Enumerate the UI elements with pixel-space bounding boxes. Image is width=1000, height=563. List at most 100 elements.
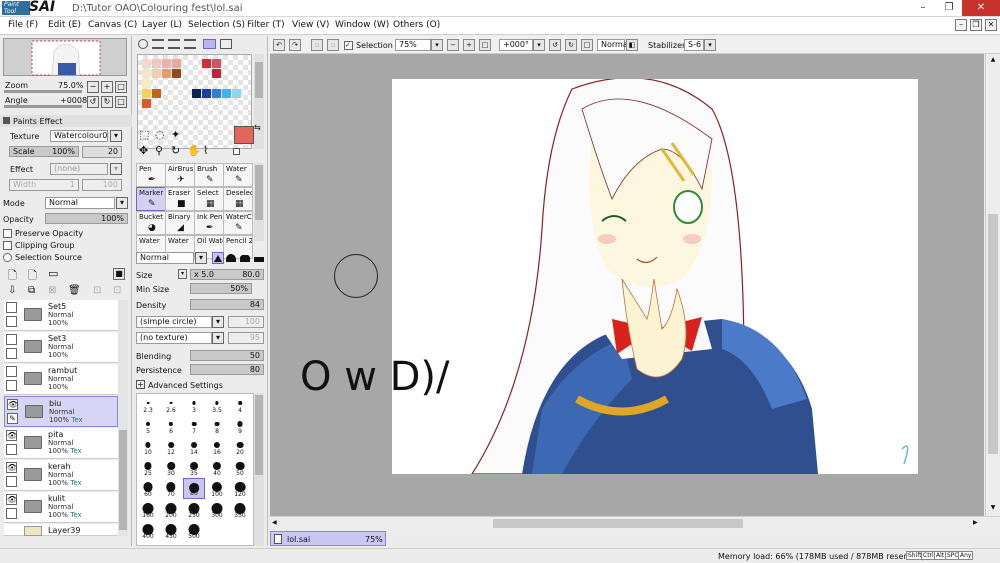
color-swatch[interactable]: [162, 69, 171, 78]
brush-size-item[interactable]: 14: [183, 436, 205, 457]
horizontal-scrollbar[interactable]: ◀ ▶: [270, 516, 1000, 530]
advanced-expand-icon[interactable]: +: [136, 380, 145, 389]
new-layer-icon[interactable]: 🗋: [8, 267, 17, 286]
size-slider[interactable]: x 5.0 80.0: [190, 269, 264, 280]
brush-size-item[interactable]: 30: [160, 457, 182, 478]
zoom-icon[interactable]: ⚲: [155, 144, 163, 157]
tool-water[interactable]: Water ✎: [223, 163, 253, 187]
preserve-opacity-checkbox[interactable]: [3, 229, 12, 238]
scroll-up-icon[interactable]: ▲: [987, 56, 999, 66]
brush-blend-select[interactable]: Normal: [136, 252, 194, 264]
swap-colors-icon[interactable]: ⇆: [254, 123, 261, 132]
color-swatch[interactable]: [142, 99, 151, 108]
clear-layer-icon[interactable]: ⊠: [48, 285, 56, 296]
persistence-slider[interactable]: 80: [190, 364, 264, 375]
swatch-scroll-thumb[interactable]: [255, 62, 263, 98]
rgb-slider-mode-icon[interactable]: [152, 39, 164, 49]
tool-binary[interactable]: Binary ◢: [165, 211, 195, 235]
close-button[interactable]: ✕: [962, 0, 1000, 16]
brush-size-item[interactable]: 350: [229, 499, 251, 520]
brush-size-item[interactable]: 20: [229, 436, 251, 457]
brush-size-item[interactable]: 10: [137, 436, 159, 457]
color-swatch[interactable]: [212, 69, 221, 78]
color-swatch[interactable]: [162, 59, 171, 68]
tool-waterco[interactable]: WaterCo ✎: [223, 211, 253, 235]
color-swatch[interactable]: [142, 59, 151, 68]
effect-select[interactable]: (none): [50, 163, 108, 175]
zoom-in-icon[interactable]: +: [101, 81, 113, 93]
scale-slider[interactable]: Scale 100%: [9, 146, 79, 157]
brush-shape-round-icon[interactable]: [226, 254, 236, 262]
blending-slider[interactable]: 50: [190, 350, 264, 361]
brush-size-item[interactable]: 3: [183, 394, 205, 415]
color-swatch[interactable]: [212, 89, 221, 98]
angle-select[interactable]: +000°: [499, 39, 533, 51]
visibility-toggle-icon[interactable]: [6, 366, 17, 377]
mdi-close-icon[interactable]: ✕: [985, 19, 997, 31]
layer-list[interactable]: Set5 Normal 100% Set3 Normal 100% rambut…: [0, 300, 128, 536]
color-wheel-mode-icon[interactable]: [138, 39, 148, 49]
brush-size-item[interactable]: 2.3: [137, 394, 159, 415]
brush-size-item[interactable]: 12: [160, 436, 182, 457]
swatch-scrollbar[interactable]: [254, 54, 264, 149]
invert-selection-icon[interactable]: ▫: [327, 39, 339, 51]
transfer-down-icon[interactable]: ⇩: [8, 285, 16, 296]
zoom-reset-icon[interactable]: □: [115, 81, 127, 93]
visibility-eye-icon[interactable]: 👁: [6, 462, 17, 473]
paints-effect-header[interactable]: Paints Effect: [0, 115, 132, 127]
brush-size-item[interactable]: 70: [160, 478, 182, 499]
width-slider[interactable]: Width 1: [9, 179, 79, 191]
view-blend-select[interactable]: Normal: [597, 39, 630, 51]
toolbar-rotate-right-icon[interactable]: ↻: [565, 39, 577, 51]
lock-toggle-icon[interactable]: [6, 316, 17, 327]
layer-scroll-thumb[interactable]: [119, 430, 127, 530]
brush-size-item[interactable]: 16: [206, 436, 228, 457]
color-swatch[interactable]: [142, 69, 151, 78]
visibility-toggle-icon[interactable]: [6, 302, 17, 313]
toolbar-rotate-reset-icon[interactable]: □: [581, 39, 593, 51]
shape-num[interactable]: 100: [228, 316, 264, 328]
stabilizer-dropdown-icon[interactable]: ▾: [704, 39, 716, 51]
menu-edit[interactable]: Edit (E): [48, 20, 81, 30]
layer-item[interactable]: rambut Normal 100%: [4, 364, 118, 395]
menu-selection[interactable]: Selection (S): [188, 20, 245, 30]
lock-toggle-icon[interactable]: [6, 508, 17, 519]
color-swatch[interactable]: [192, 89, 201, 98]
maximize-button[interactable]: ❐: [936, 0, 962, 16]
color-swatch[interactable]: [222, 89, 231, 98]
size-multiplier-icon[interactable]: ▾: [178, 269, 187, 279]
brush-size-item[interactable]: 25: [137, 457, 159, 478]
mask-apply-icon[interactable]: ⊡: [113, 285, 121, 296]
move-icon[interactable]: ✥: [139, 144, 148, 157]
brush-size-item[interactable]: 80: [183, 478, 205, 499]
tool-brush[interactable]: Brush ✎: [194, 163, 224, 187]
brush-size-item[interactable]: 5: [137, 415, 159, 436]
layer-item-selected[interactable]: 👁 ✎ biu Normal 100% Tex: [4, 396, 118, 427]
color-swatch[interactable]: [202, 89, 211, 98]
zoom-dropdown-icon[interactable]: ▾: [431, 39, 443, 51]
visibility-eye-icon[interactable]: 👁: [6, 494, 17, 505]
scroll-right-icon[interactable]: ▶: [973, 519, 978, 526]
minimize-button[interactable]: –: [910, 0, 936, 16]
lock-toggle-icon[interactable]: [6, 444, 17, 455]
brush-size-item[interactable]: 60: [137, 478, 159, 499]
brush-shape-soft-icon[interactable]: [240, 255, 250, 262]
rotate-icon[interactable]: ↻: [171, 144, 180, 157]
color-swatch[interactable]: [212, 59, 221, 68]
scroll-left-icon[interactable]: ◀: [272, 519, 277, 526]
document-canvas[interactable]: [392, 77, 918, 475]
brush-size-item[interactable]: 160: [137, 499, 159, 520]
tool-pen[interactable]: Pen ✒: [136, 163, 166, 187]
tool-select[interactable]: Select ▦: [194, 187, 224, 211]
visibility-eye-icon[interactable]: 👁: [6, 430, 17, 441]
angle-slider[interactable]: [4, 105, 82, 108]
texture-num[interactable]: 95: [228, 332, 264, 344]
density-slider[interactable]: 84: [190, 299, 264, 310]
menu-file[interactable]: File (F): [8, 20, 38, 30]
brush-size-item[interactable]: 6: [160, 415, 182, 436]
brush-size-item[interactable]: 8: [206, 415, 228, 436]
brush-blend-dropdown-icon[interactable]: ▾: [195, 252, 207, 264]
tool-bucket[interactable]: Bucket ◕: [136, 211, 166, 235]
brush-size-item[interactable]: 300: [206, 499, 228, 520]
color-swatch[interactable]: [152, 89, 161, 98]
